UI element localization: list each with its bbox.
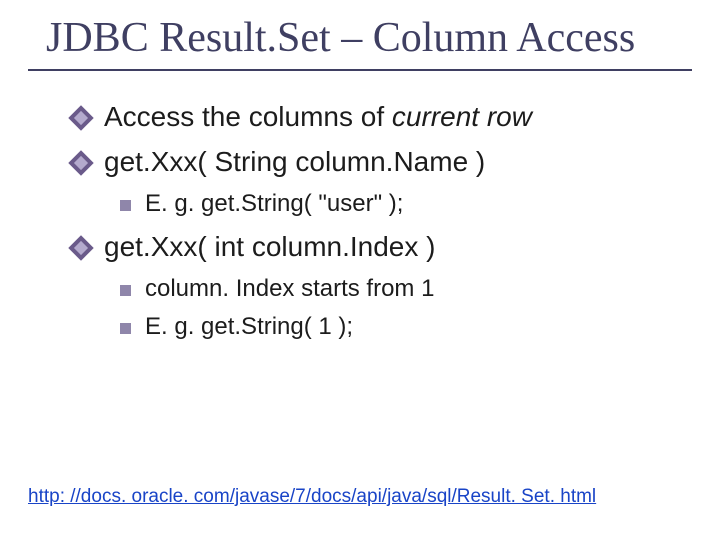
bullet-2-1: E. g. get.String( "user" );: [120, 189, 692, 219]
square-bullet-icon: [120, 200, 131, 211]
bullet-1: Access the columns of current row: [72, 99, 692, 134]
bullet-1-prefix: Access the columns of: [104, 101, 392, 132]
bullet-1-text: Access the columns of current row: [104, 99, 532, 134]
bullet-2-1-text: E. g. get.String( "user" );: [145, 189, 403, 219]
diamond-bullet-icon: [72, 109, 90, 127]
slide-body: Access the columns of current row get.Xx…: [72, 99, 692, 342]
bullet-3: get.Xxx( int column.Index ): [72, 229, 692, 264]
bullet-1-italic: current row: [392, 101, 532, 132]
bullet-3-1: column. Index starts from 1: [120, 274, 692, 304]
bullet-3-text: get.Xxx( int column.Index ): [104, 229, 435, 264]
square-bullet-icon: [120, 285, 131, 296]
bullet-3-2-text: E. g. get.String( 1 );: [145, 312, 353, 342]
diamond-bullet-icon: [72, 154, 90, 172]
footer-link[interactable]: http: //docs. oracle. com/javase/7/docs/…: [28, 486, 596, 508]
bullet-2-text: get.Xxx( String column.Name ): [104, 144, 485, 179]
bullet-3-1-text: column. Index starts from 1: [145, 274, 434, 304]
diamond-bullet-icon: [72, 239, 90, 257]
bullet-3-2: E. g. get.String( 1 );: [120, 312, 692, 342]
slide-title: JDBC Result.Set – Column Access: [46, 16, 692, 61]
bullet-2: get.Xxx( String column.Name ): [72, 144, 692, 179]
square-bullet-icon: [120, 323, 131, 334]
slide: JDBC Result.Set – Column Access Access t…: [0, 0, 720, 540]
title-underline: [28, 69, 692, 71]
